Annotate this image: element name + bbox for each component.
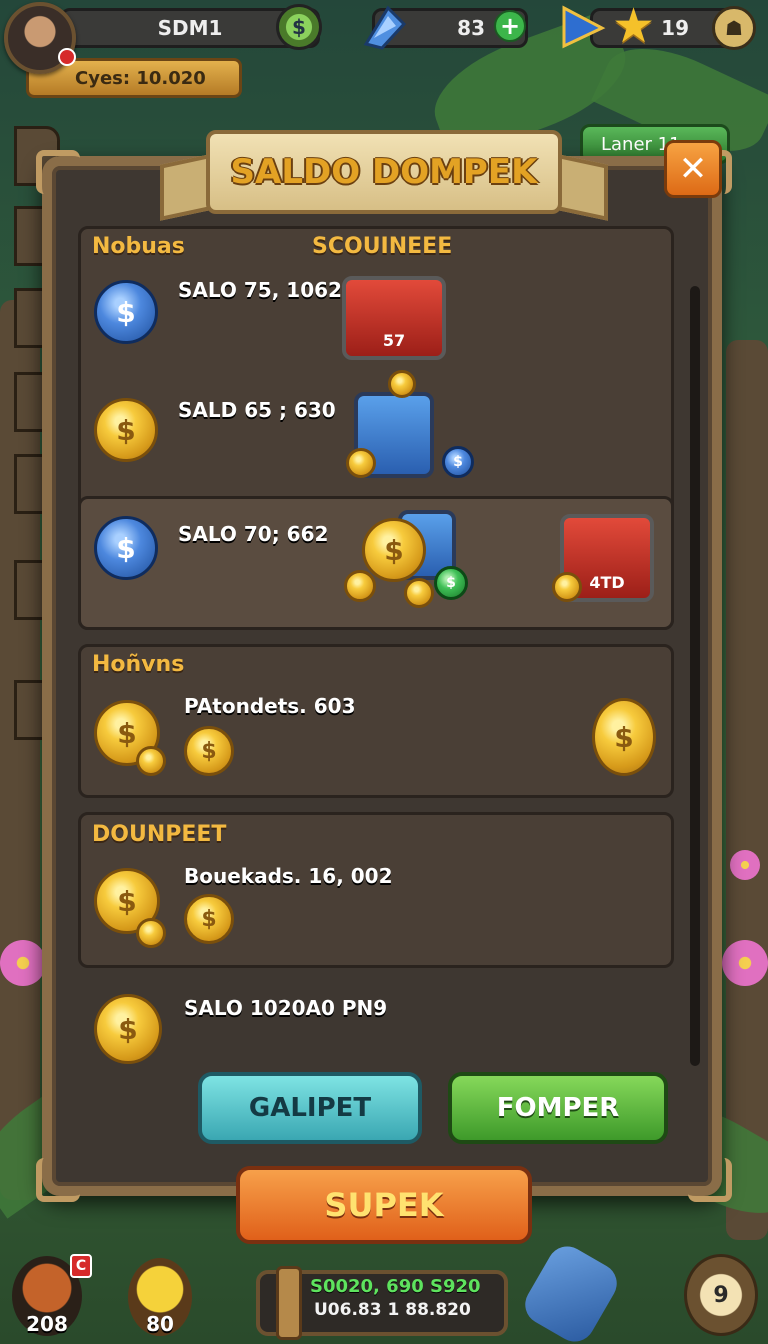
bottle-icon[interactable] [517,1239,625,1344]
level-badge[interactable]: 9 [684,1254,758,1336]
cyes-label: Cyes: 10.020 [75,67,206,89]
modal-title: SALDO DOMPEK [230,152,538,192]
player-name: SDM1 [157,16,223,40]
currency-icon[interactable]: $ [276,4,322,50]
red-chest-icon[interactable]: 57 [342,276,446,360]
saldo-row-text: SALD 65 ; 630 [178,398,336,422]
modal-title-banner: SALDO DOMPEK [206,130,562,214]
flower [730,850,760,880]
star-count: 19 [661,16,689,40]
saldo-row-text: SALO 70; 662 [178,522,329,546]
gem-count: 83 [457,16,485,40]
frame-corner [36,150,80,194]
gold-coin-icon: $ [362,518,426,582]
add-gems-button[interactable]: + [494,10,526,42]
star-icon: ★ [612,0,656,54]
gold-coin-icon [136,918,166,948]
blue-coin-icon: $ [94,280,158,344]
gold-coin-icon [552,572,582,602]
row-text: SALO 1020A0 PN9 [184,996,388,1020]
section-title: Hoñvns [92,652,185,677]
saldo-row-text: SALO 75, 1062 [178,278,342,302]
gold-coin-icon[interactable]: $ [592,698,656,776]
row-text: Bouekads. 16, 002 [184,864,393,888]
fomper-button[interactable]: FOMPER [448,1072,668,1144]
gold-coin-icon [388,370,416,398]
row-text: PAtondets. 603 [184,694,356,718]
tree-trunk [0,300,40,1200]
section-title: Nobuas [92,234,185,259]
scrollbar[interactable] [690,286,700,1066]
frame-corner [36,1158,80,1202]
wallet-balance-line: U06.83 1 88.820 [314,1300,471,1320]
close-icon: ✕ [678,149,708,189]
wallet-clasp-icon [276,1266,302,1340]
galipet-label: GALIPET [248,1093,372,1123]
wallet-balance-line: S0020, 690 S920 [310,1276,481,1297]
chest-label: 57 [382,331,406,350]
gold-coin-icon: $ [184,894,234,944]
shop-icon[interactable]: ☗ [712,6,756,50]
blue-coin-icon: $ [442,446,474,478]
tree-trunk [726,340,768,1240]
chest-label: 4TD [589,573,625,592]
gold-coin-icon [346,448,376,478]
rooster-count: 208 [26,1312,68,1336]
gold-coin-icon [344,570,376,602]
potion-icon[interactable]: 80 [128,1258,192,1336]
section-title: SCOUINEEE [312,234,453,259]
gold-coin-icon [404,578,434,608]
gold-coin-icon: $ [94,398,158,462]
frame-corner [688,1158,732,1202]
fomper-label: FOMPER [496,1093,620,1123]
gold-coin-icon: $ [184,726,234,776]
notification-dot [58,48,76,66]
flower [722,940,768,986]
close-button[interactable]: ✕ [664,140,722,198]
supek-label: SUPEK [324,1186,444,1224]
green-coin-icon: $ [434,566,468,600]
level-number: 9 [713,1282,729,1308]
gold-coin-icon [136,746,166,776]
triangle-badge-icon [562,5,606,49]
flower [0,940,46,986]
gold-coin-icon: $ [94,994,162,1064]
potion-count: 80 [146,1312,174,1336]
blue-coin-icon: $ [94,516,158,580]
section-title: DOUNPEET [92,822,227,847]
alert-badge: C [70,1254,92,1278]
gem-icon [363,5,407,50]
galipet-button[interactable]: GALIPET [198,1072,422,1144]
supek-button[interactable]: SUPEK [236,1166,532,1244]
